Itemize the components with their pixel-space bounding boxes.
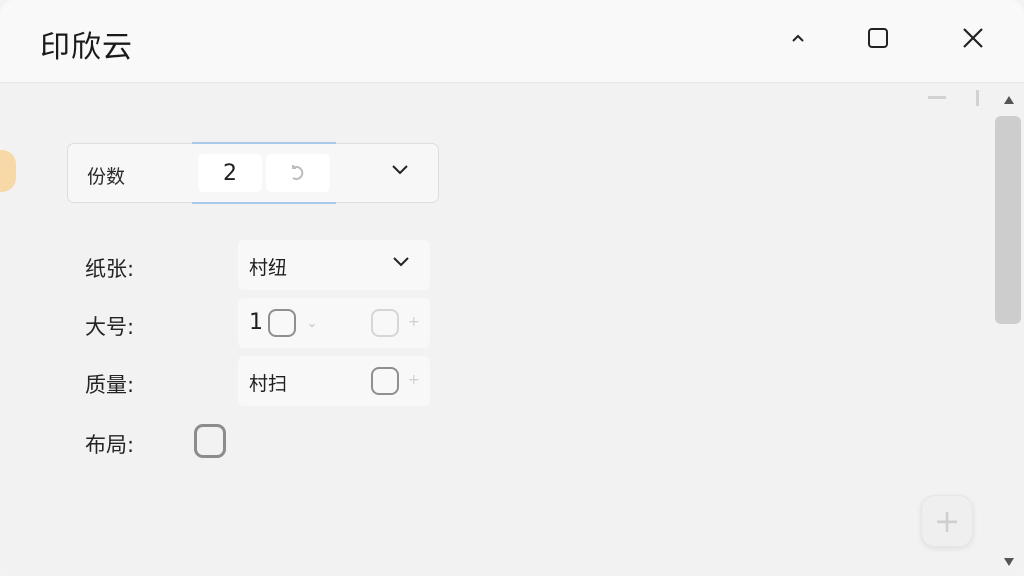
scroll-down-button[interactable] [994, 550, 1024, 574]
size-option-checkbox[interactable] [268, 309, 296, 337]
size-secondary-checkbox[interactable] [371, 309, 399, 337]
title-bar: 印欣云 [0, 0, 1024, 83]
copies-field: 份数 2 [67, 142, 439, 204]
app-window: 印欣云 份数 2 纸张: 村纽 大号: 1 ⌄ + 质量: 村扫 + 布局: + [0, 0, 1024, 576]
quality-option-checkbox[interactable] [371, 367, 399, 395]
refresh-icon [292, 165, 304, 180]
copies-label: 份数 [87, 166, 126, 188]
close-button[interactable] [953, 20, 993, 56]
window-title: 印欣云 [40, 30, 133, 65]
add-button[interactable]: + [921, 495, 973, 547]
size-prefix: 1 [249, 310, 263, 335]
quality-label: 质量: [85, 373, 135, 397]
side-tab[interactable] [0, 150, 16, 192]
vertical-scrollbar[interactable] [994, 88, 1024, 576]
copies-dropdown-button[interactable] [390, 162, 410, 181]
chevron-down-icon [392, 165, 408, 175]
scroll-thumb[interactable] [995, 116, 1021, 324]
panel-minimize-handle[interactable] [928, 96, 946, 99]
chevron-down-icon [393, 257, 409, 267]
chevron-up-icon [792, 34, 804, 42]
paper-value: 村纽 [249, 257, 288, 279]
size-secondary-add[interactable]: + [408, 314, 420, 330]
triangle-down-icon [1004, 558, 1014, 566]
size-controls: 1 ⌄ + [238, 298, 430, 348]
collapse-button[interactable] [778, 20, 818, 56]
copies-refresh-button[interactable] [266, 154, 330, 192]
paper-label: 纸张: [85, 257, 135, 281]
copies-input[interactable]: 2 [198, 154, 262, 192]
paper-select[interactable]: 村纽 [238, 240, 430, 290]
panel-splitter-handle[interactable] [976, 90, 979, 106]
size-option-dropdown[interactable]: ⌄ [307, 316, 317, 330]
paper-dropdown-button[interactable] [391, 254, 411, 273]
quality-value: 村扫 [249, 373, 288, 395]
size-label: 大号: [85, 315, 135, 339]
plus-icon: + [933, 502, 961, 540]
maximize-button[interactable] [858, 20, 898, 56]
triangle-up-icon [1004, 96, 1014, 104]
close-icon [963, 28, 983, 48]
quality-controls: 村扫 + [238, 356, 430, 406]
layout-label: 布局: [85, 433, 135, 457]
maximize-icon [868, 28, 888, 48]
layout-checkbox[interactable] [194, 424, 226, 458]
quality-option-add[interactable]: + [408, 372, 420, 388]
scroll-up-button[interactable] [994, 88, 1024, 112]
